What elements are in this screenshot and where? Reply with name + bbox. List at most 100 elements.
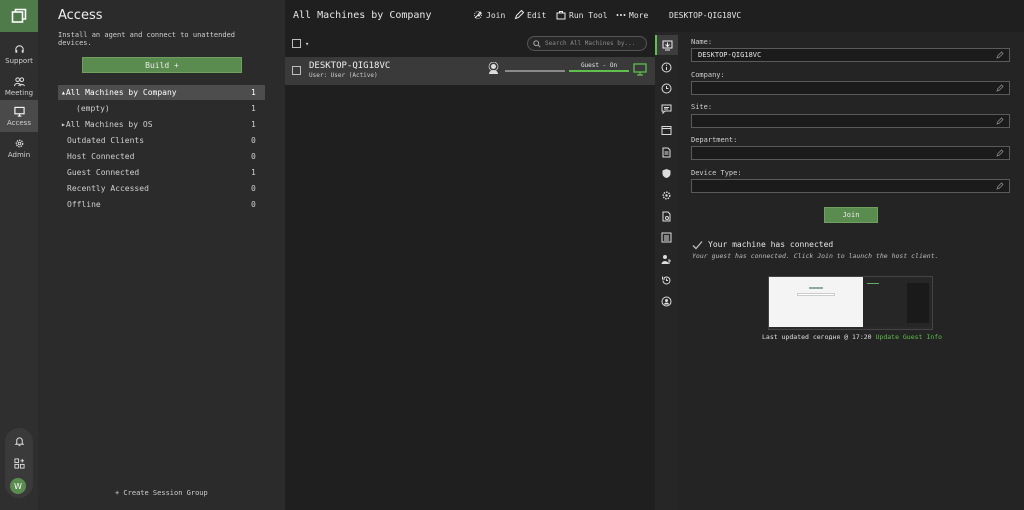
terminal-icon [661,125,672,135]
details-panel [678,32,1024,510]
host-user-icon [488,62,499,74]
thumbnail-taskbar [769,327,932,329]
group-count: 0 [251,200,256,209]
app-logo[interactable] [0,0,38,32]
company-field-box [691,81,1010,95]
edit-site-pencil-icon[interactable] [996,117,1004,125]
last-updated-label: Last updated сегодня @ 17:20 [762,333,872,341]
tab-messages[interactable] [655,99,678,119]
group-count: 1 [251,88,256,97]
tab-info[interactable] [655,57,678,77]
machine-name: DESKTOP-QIG18VC [309,61,391,71]
edit-company-pencil-icon[interactable] [996,84,1004,92]
select-all-checkbox[interactable] [292,39,301,48]
edit-toolbar-label: Edit [527,10,547,20]
user-circle-icon [661,296,672,306]
edit-device-type-pencil-icon[interactable] [996,182,1004,190]
name-field[interactable] [692,49,1009,61]
guest-screen-thumbnail[interactable] [768,276,933,330]
group-outdated-clients[interactable]: Outdated Clients 0 [58,133,265,148]
rail-item-label: Support [5,56,33,65]
tab-notes[interactable] [655,142,678,162]
search-input[interactable] [545,40,643,47]
join-toolbar-button[interactable]: Join [473,10,505,20]
group-all-machines-by-os[interactable]: ▸All Machines by OS 1 [58,117,265,132]
machine-row-checkbox[interactable] [292,66,301,75]
bell-icon [14,436,24,446]
tab-history[interactable] [655,270,678,290]
group-all-machines-by-company[interactable]: ▴All Machines by Company 1 [58,85,265,100]
tab-commands[interactable] [655,120,678,140]
download-monitor-icon [662,40,673,50]
tab-permissions[interactable] [655,249,678,269]
rail-item-label: Meeting [4,88,34,97]
guest-status-label: Guest - On [580,62,618,69]
join-toolbar-label: Join [486,10,506,20]
device-type-field[interactable] [692,180,1009,192]
department-field-box [691,146,1010,160]
department-field[interactable] [692,147,1009,159]
run-tool-toolbar-label: Run Tool [569,10,608,20]
chevron-down-icon[interactable]: ▾ [305,40,309,48]
search-icon [533,39,541,48]
list-title: All Machines by Company [293,10,432,21]
chat-icon [661,104,672,114]
logo-icon [11,8,27,23]
access-description: Install an agent and connect to unattend… [58,31,236,47]
thumbnail-logo-mark [809,287,823,289]
group-count: 0 [251,152,256,161]
company-label: Company: [691,71,725,79]
tab-timeline[interactable] [655,78,678,98]
edit-department-pencil-icon[interactable] [996,149,1004,157]
more-toolbar-button[interactable]: More [616,10,648,20]
gear-icon [15,139,23,147]
tab-security[interactable] [655,163,678,183]
group-recently-accessed[interactable]: Recently Accessed 0 [58,181,265,196]
device-type-field-box [691,179,1010,193]
edit-toolbar-button[interactable]: Edit [514,10,546,20]
rail-item-meeting[interactable]: Meeting [0,70,38,102]
tab-settings[interactable] [655,185,678,205]
group-count: 1 [251,104,256,113]
group-label: Guest Connected [67,168,140,177]
join-button[interactable]: Join [824,207,878,223]
thumbnail-browser-window [769,277,863,329]
site-field[interactable] [692,115,1009,127]
group-label: Host Connected [67,152,135,161]
list-icon [661,232,672,242]
extensions-button[interactable] [9,453,29,473]
details-title: DESKTOP-QIG18VC [669,11,742,20]
run-tool-toolbar-button[interactable]: Run Tool [556,10,608,20]
group-label: Outdated Clients [67,136,145,145]
tab-list[interactable] [655,227,678,247]
name-field-box [691,48,1010,62]
connection-status-title: Your machine has connected [708,240,834,249]
update-guest-info-link[interactable]: Update Guest Info [876,333,943,341]
group-label: Offline [67,200,101,209]
tab-account[interactable] [655,291,678,311]
create-session-group-link[interactable]: + Create Session Group [115,489,208,497]
user-avatar[interactable]: W [10,478,26,494]
rail-item-access[interactable]: Access [0,100,38,132]
group-label: ▴All Machines by Company [61,88,177,97]
rail-item-admin[interactable]: Admin [0,132,38,164]
notifications-button[interactable] [9,431,29,451]
site-field-box [691,114,1010,128]
tab-general[interactable] [655,35,678,55]
group-offline[interactable]: Offline 0 [58,197,265,212]
group-label: ▸All Machines by OS [61,120,153,129]
group-host-connected[interactable]: Host Connected 0 [58,149,265,164]
grid-plus-icon [13,457,25,469]
build-button[interactable]: Build + [82,57,242,73]
group-guest-connected[interactable]: Guest Connected 1 [58,165,265,180]
pencil-icon [514,10,524,20]
page-title: Access [58,8,103,23]
edit-name-pencil-icon[interactable] [996,51,1004,59]
site-label: Site: [691,103,713,111]
history-icon [662,275,671,284]
company-field[interactable] [692,82,1009,94]
group-empty[interactable]: (empty) 1 [58,101,265,116]
group-label: Recently Accessed [67,184,149,193]
rail-item-support[interactable]: Support [0,38,38,70]
tab-file-settings[interactable] [655,206,678,226]
